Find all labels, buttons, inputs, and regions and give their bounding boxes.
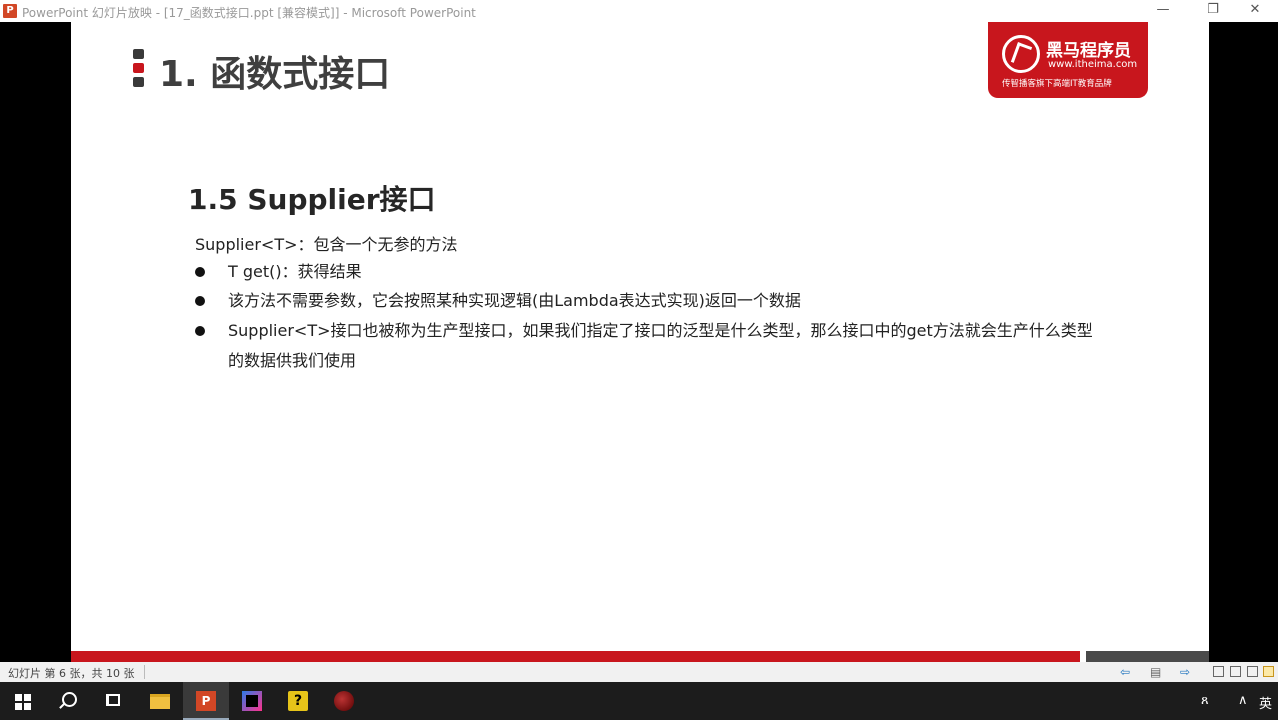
powerpoint-taskbar-button[interactable]: P	[183, 682, 229, 720]
logo-url: www.itheima.com	[1048, 59, 1138, 70]
previous-slide-icon[interactable]: ⇦	[1120, 665, 1130, 679]
folder-icon	[150, 694, 170, 709]
slide-menu-icon[interactable]: ▤	[1150, 665, 1161, 679]
slideshow-view-icon[interactable]	[1263, 666, 1274, 677]
recorder-taskbar-button[interactable]	[321, 682, 367, 720]
intellij-icon	[242, 691, 262, 711]
footer-grey-bar	[1086, 651, 1209, 662]
section-heading: 1.5 Supplier接口	[188, 183, 436, 216]
slide-sorter-view-icon[interactable]	[1230, 666, 1241, 677]
people-icon[interactable]: ጸ	[1201, 693, 1209, 708]
task-view-icon	[106, 694, 120, 706]
powerpoint-app-icon[interactable]: P	[3, 4, 17, 18]
show-hidden-icons-chevron-icon[interactable]: ∧	[1238, 693, 1248, 708]
horse-logo-icon	[1002, 35, 1040, 73]
windows-start-icon	[15, 694, 31, 710]
slide-counter: 幻灯片 第 6 张，共 10 张	[8, 667, 135, 680]
reading-view-icon[interactable]	[1247, 666, 1258, 677]
logo-slogan: 传智播客旗下高端IT教育品牌	[1002, 79, 1112, 89]
bullet-text: Supplier<T>接口也被称为生产型接口，如果我们指定了接口的泛型是什么类型…	[228, 321, 1093, 370]
start-button[interactable]	[0, 682, 46, 720]
powerpoint-icon: P	[196, 691, 216, 711]
bullet-text: 该方法不需要参数，它会按照某种实现逻辑(由Lambda表达式实现)返回一个数据	[228, 291, 801, 310]
file-explorer-button[interactable]	[137, 682, 183, 720]
recorder-icon	[334, 691, 354, 711]
restore-button[interactable]: ❐	[1190, 0, 1236, 22]
intro-text: Supplier<T>：包含一个无参的方法	[195, 235, 458, 254]
slide-title: 1. 函数式接口	[159, 54, 391, 95]
help-icon: ?	[288, 691, 308, 711]
slide-canvas[interactable]: 1. 函数式接口 黑马程序员 www.itheima.com 传智播客旗下高端I…	[71, 22, 1209, 662]
bullet-text: T get()：获得结果	[228, 262, 362, 281]
footer-red-bar	[71, 651, 1080, 662]
status-divider	[144, 665, 145, 679]
intellij-taskbar-button[interactable]	[229, 682, 275, 720]
help-taskbar-button[interactable]: ?	[275, 682, 321, 720]
itheima-logo: 黑马程序员 www.itheima.com 传智播客旗下高端IT教育品牌	[988, 22, 1148, 98]
window-title-bar: P PowerPoint 幻灯片放映 - [17_函数式接口.ppt [兼容模式…	[0, 0, 1278, 22]
search-button[interactable]	[46, 682, 92, 720]
minimize-button[interactable]: —	[1140, 0, 1186, 22]
bullet-dot-icon	[195, 267, 205, 277]
bullet-dot-icon	[195, 326, 205, 336]
windows-taskbar: P ? ጸ ∧ 英	[0, 682, 1278, 720]
bullet-dot-icon	[195, 296, 205, 306]
normal-view-icon[interactable]	[1213, 666, 1224, 677]
window-title: PowerPoint 幻灯片放映 - [17_函数式接口.ppt [兼容模式]]…	[22, 6, 476, 20]
input-language-indicator[interactable]: 英	[1259, 693, 1272, 712]
task-view-button[interactable]	[91, 682, 137, 720]
search-icon	[62, 692, 77, 707]
title-marker-icon	[133, 49, 144, 91]
next-slide-icon[interactable]: ⇨	[1180, 665, 1190, 679]
logo-brand-name: 黑马程序员	[1046, 41, 1131, 61]
close-button[interactable]: ✕	[1232, 0, 1278, 22]
status-bar: 幻灯片 第 6 张，共 10 张 ⇦ ▤ ⇨	[0, 662, 1278, 682]
